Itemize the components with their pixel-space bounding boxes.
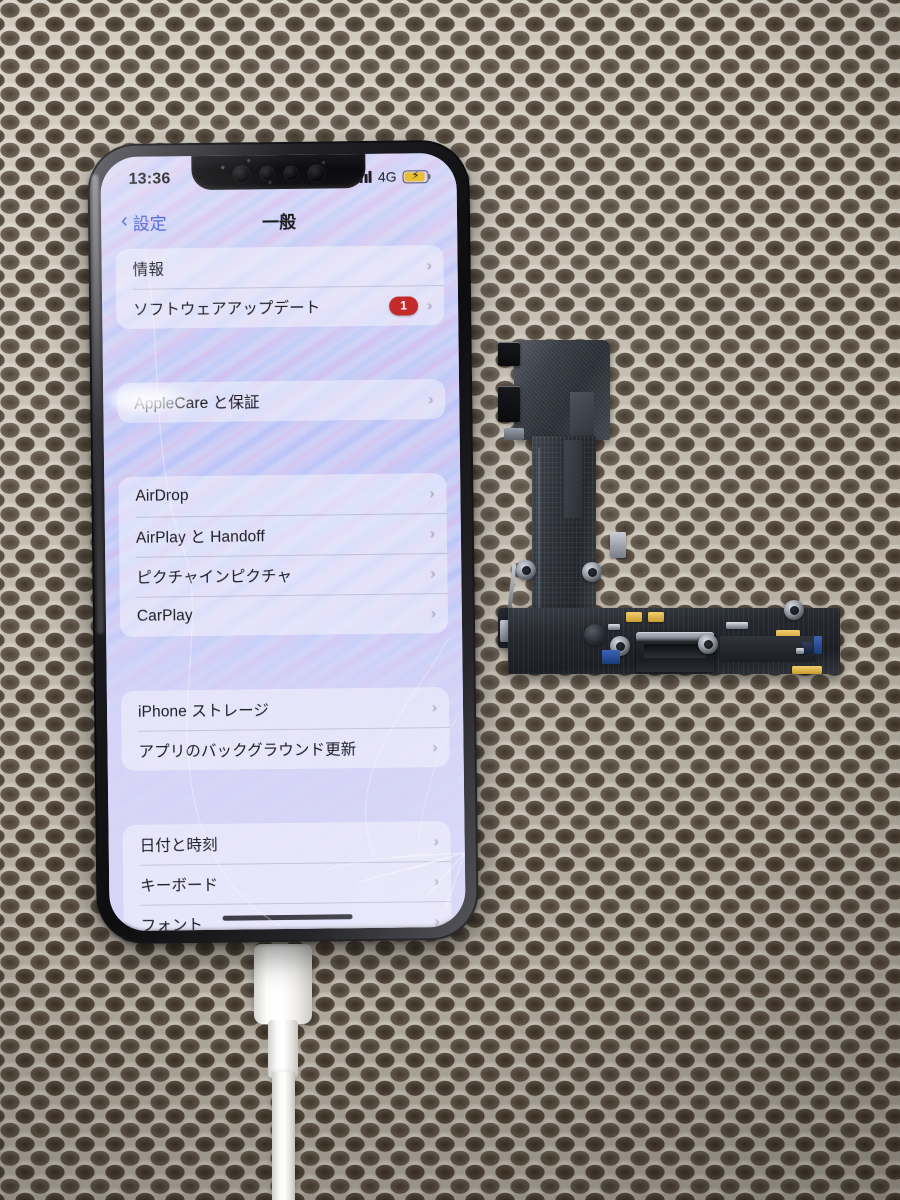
part-chip-1 (602, 650, 620, 664)
page-title: 一般 (261, 212, 297, 232)
settings-row[interactable]: ソフトウェアアップデート 1 › (116, 285, 444, 329)
network-label: 4G (377, 168, 397, 185)
settings-row[interactable]: 日付と時刻 › (122, 821, 450, 865)
lightning-cable-wire (272, 1072, 295, 1200)
settings-row-label: iPhone ストレージ (137, 702, 270, 721)
settings-row[interactable]: AirDrop › (118, 473, 446, 517)
part-microphone (584, 624, 606, 646)
notch-cutout-1 (231, 164, 251, 184)
settings-row-label: 日付と時刻 (139, 836, 218, 855)
list-group-spacer (116, 333, 445, 383)
chevron-right-icon: › (430, 604, 436, 622)
part-metal-tab (610, 532, 626, 558)
part-chip-3 (814, 636, 822, 654)
settings-row[interactable]: AirPlay と Handoff › (119, 513, 447, 557)
chevron-right-icon: › (429, 484, 435, 502)
part-port-slot (644, 644, 706, 658)
part-screw-eyelet-far-right (784, 600, 804, 620)
chevron-right-icon: › (426, 256, 432, 274)
part-gold-pad-1 (626, 612, 642, 622)
part-antenna-spring (507, 563, 517, 609)
display-notch (191, 152, 366, 191)
settings-row-label: AirDrop (135, 487, 189, 505)
photo-scene: 13:36 4G ⚡ ‹ 設定 一般 情報 › ソフトウェアアップデート 1 ›… (0, 0, 900, 1200)
settings-row-label: AirPlay と Handoff (135, 528, 265, 547)
charging-bolt-icon: ⚡ (411, 169, 420, 182)
iphone-device: 13:36 4G ⚡ ‹ 設定 一般 情報 › ソフトウェアアップデート 1 ›… (87, 139, 479, 945)
list-group-spacer (120, 641, 449, 691)
chevron-right-icon: › (432, 738, 438, 756)
iphone-screen: 13:36 4G ⚡ ‹ 設定 一般 情報 › ソフトウェアアップデート 1 ›… (100, 152, 466, 932)
part-metal-shield (514, 340, 610, 440)
settings-row[interactable]: iPhone ストレージ › (121, 687, 449, 731)
chevron-right-icon: › (434, 872, 440, 890)
settings-row-label: 情報 (132, 261, 164, 279)
status-time: 13:36 (128, 170, 171, 188)
settings-row[interactable]: ピクチャインピクチャ › (119, 553, 447, 597)
part-screw-eyelet-port-right (698, 634, 718, 654)
settings-list: 情報 › ソフトウェアアップデート 1 › AppleCare と保証 › AirDrop › A… (101, 245, 465, 932)
part-component-1 (608, 624, 620, 630)
part-gold-pad-2 (648, 612, 664, 622)
settings-group: 情報 › ソフトウェアアップデート 1 › (115, 245, 445, 330)
settings-group: AirDrop › AirPlay と Handoff › ピクチャインピクチャ › Car… (118, 473, 449, 637)
battery-charging-icon: ⚡ (402, 169, 429, 184)
navigation-bar: ‹ 設定 一般 (101, 197, 457, 243)
notch-cutout-4 (306, 163, 326, 183)
chevron-right-icon: › (428, 390, 434, 408)
part-screw-eyelet-mid (582, 562, 602, 582)
notch-cutout-3 (282, 165, 299, 181)
notch-cutout-2 (258, 166, 275, 182)
status-indicators: 4G ⚡ (355, 168, 429, 185)
chevron-right-icon: › (433, 832, 439, 850)
part-component-3 (726, 622, 748, 629)
settings-row[interactable]: キーボード › (123, 861, 451, 905)
settings-group: iPhone ストレージ › アプリのバックグラウンド更新 › (120, 686, 450, 771)
settings-row-label: アプリのバックグラウンド更新 (138, 741, 357, 761)
charging-port-flex-assembly (498, 336, 850, 728)
part-component-2 (796, 648, 804, 654)
chevron-right-icon: › (430, 564, 436, 582)
part-clip-foot (504, 428, 524, 440)
part-ribbon-trace (538, 448, 540, 616)
lightning-connector-head (254, 944, 312, 1024)
settings-row[interactable]: 情報 › (115, 245, 443, 289)
settings-row[interactable]: CarPlay › (120, 593, 448, 637)
part-shield-notch (570, 392, 594, 438)
settings-row[interactable]: アプリのバックグラウンド更新 › (121, 727, 449, 771)
list-group-spacer (122, 775, 451, 825)
chevron-right-icon: › (427, 296, 433, 314)
part-shield-texture (514, 340, 610, 440)
chevron-right-icon: › (429, 524, 436, 542)
settings-row-label: ピクチャインピクチャ (136, 567, 293, 587)
notification-badge: 1 (389, 295, 419, 316)
settings-row-label: CarPlay (136, 607, 193, 625)
part-top-clip (498, 342, 520, 366)
part-gold-pad-4 (792, 666, 822, 674)
notch-debris (191, 152, 366, 191)
lightning-cable (254, 944, 312, 1200)
settings-row-label: キーボード (140, 876, 219, 895)
chevron-right-icon: › (431, 698, 438, 716)
part-ribbon-step (564, 440, 582, 518)
part-side-clip (498, 386, 520, 422)
list-group-spacer (118, 427, 447, 477)
lightning-cable-neck (268, 1020, 298, 1078)
chevron-right-icon: › (434, 912, 440, 930)
settings-row-label: ソフトウェアアップデート (133, 299, 321, 319)
